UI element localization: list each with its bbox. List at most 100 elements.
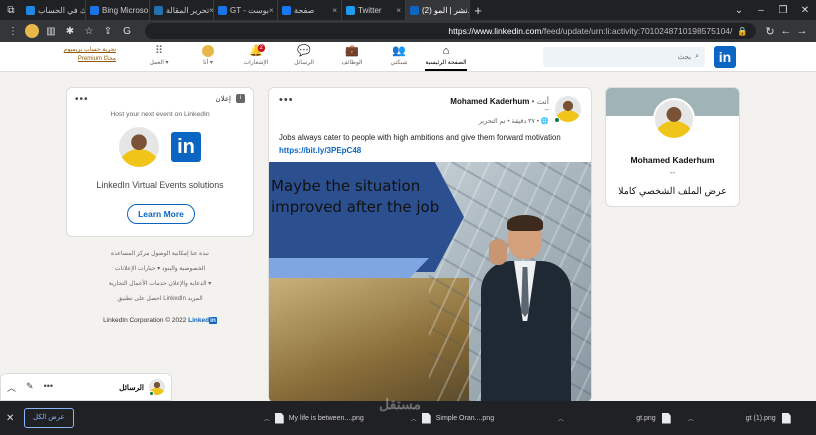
- tab-favicon-icon: [26, 5, 35, 15]
- globe-icon: 🌐: [540, 118, 549, 125]
- window-menu-icon[interactable]: ⧉: [0, 0, 22, 20]
- tab-search-icon[interactable]: ⌄: [728, 5, 750, 16]
- download-filename: Simple Oran....png: [435, 414, 495, 422]
- home-icon: ⌂: [442, 45, 450, 57]
- chrome-menu-icon[interactable]: ⋮: [6, 24, 20, 38]
- footer-line[interactable]: احصل على تطبيق LinkedIn المزيد: [66, 292, 254, 307]
- browser-tab[interactable]: Bing Microso...×: [86, 0, 150, 20]
- search-input[interactable]: بحث ⌕: [543, 47, 705, 67]
- chevron-up-icon[interactable]: ︿: [688, 414, 694, 423]
- download-filename: gt.png: [636, 414, 656, 422]
- browser-tab[interactable]: صفحة ×: [278, 0, 342, 20]
- nav-label: الوظائف: [341, 60, 363, 66]
- close-tab-icon[interactable]: ×: [269, 6, 274, 15]
- download-item[interactable]: ︿ Simple Oran....png: [411, 412, 546, 424]
- file-icon: [274, 412, 284, 424]
- bookmark-star-icon[interactable]: ☆: [82, 24, 96, 38]
- show-all-button[interactable]: عرض الكل: [24, 408, 74, 428]
- search-icon: ⌕: [695, 53, 699, 60]
- minimize-icon[interactable]: –: [750, 5, 772, 16]
- close-icon[interactable]: ✕: [6, 413, 18, 424]
- compose-icon[interactable]: ✎: [26, 381, 34, 394]
- nav-item-network[interactable]: 👥 شبكتي: [385, 45, 413, 66]
- ad-more-icon[interactable]: •••: [75, 94, 89, 105]
- profile-name[interactable]: Mohamed Kaderhum: [606, 155, 739, 165]
- chevron-up-icon[interactable]: ︿: [7, 381, 16, 394]
- download-item[interactable]: ︿ gt.png: [558, 412, 676, 424]
- tab-favicon-icon: [282, 5, 291, 15]
- notification-badge: 2: [257, 44, 265, 52]
- nav-item-messaging[interactable]: 💬 الرسائل: [290, 45, 318, 66]
- linkedin-logo[interactable]: in: [714, 46, 736, 68]
- extensions-icon[interactable]: ✱: [63, 24, 77, 38]
- nav-label: العمل: [149, 60, 164, 66]
- google-icon[interactable]: G: [120, 24, 134, 38]
- browser-toolbar: ⋮ ▥ ✱ ☆ ⇪ G https://www.linkedin.com /fe…: [0, 20, 816, 42]
- tab-title: اشترك في الحساب: [38, 5, 86, 15]
- chevron-up-icon[interactable]: ︿: [264, 414, 270, 423]
- address-bar[interactable]: https://www.linkedin.com /feed/update/ur…: [145, 23, 756, 39]
- maximize-icon[interactable]: ❐: [772, 5, 794, 16]
- new-tab-button[interactable]: +: [470, 3, 486, 18]
- briefcase-icon: 💼: [345, 45, 359, 57]
- nav-item-notifications[interactable]: 🔔 2 الإشعارات: [240, 44, 272, 66]
- close-tab-icon[interactable]: ×: [332, 6, 337, 15]
- nav-item-work[interactable]: ⠿ العمل ▾: [146, 45, 172, 66]
- browser-tab[interactable]: تحرير المقالة ×: [150, 0, 214, 20]
- online-status-icon: [554, 117, 560, 123]
- browser-tab-active[interactable]: (2) نشر | المو...×: [406, 0, 470, 20]
- browser-tab[interactable]: اشترك في الحساب×: [22, 0, 86, 20]
- ad-info-icon[interactable]: i: [236, 94, 245, 103]
- download-item[interactable]: ︿ gt (1).png: [688, 412, 796, 424]
- post-text: Jobs always cater to people with high am…: [279, 133, 561, 142]
- profile-avatar[interactable]: [25, 24, 39, 38]
- file-icon: [661, 412, 671, 424]
- messaging-more-icon[interactable]: •••: [44, 381, 53, 394]
- nav-item-home[interactable]: ⌂ الصفحة الرئيسية: [425, 45, 467, 71]
- grid-icon: ⠿: [154, 45, 164, 57]
- browser-tab[interactable]: GT - بوست ×: [214, 0, 278, 20]
- post-link[interactable]: https://bit.ly/3PEpC48: [279, 146, 361, 155]
- ad-user-avatar: [119, 127, 159, 167]
- ad-solutions-text: LinkedIn Virtual Events solutions: [96, 180, 224, 190]
- learn-more-button[interactable]: Learn More: [127, 204, 195, 224]
- tab-title: (2) نشر | المو...: [422, 5, 470, 15]
- close-window-icon[interactable]: ✕: [794, 5, 816, 16]
- tab-title: Bing Microso...: [102, 5, 150, 15]
- post-more-icon[interactable]: •••: [279, 94, 294, 106]
- post-card: ••• Mohamed Kaderhum • أنت -- ٣٧ دقيقة •…: [268, 87, 592, 403]
- view-full-profile-link[interactable]: عرض الملف الشخصي كاملا: [606, 186, 739, 197]
- post-author-headline: --: [544, 107, 549, 114]
- nav-item-me[interactable]: أنا ▾: [195, 45, 221, 66]
- image-caption: Maybe the situation improved after the j…: [271, 177, 440, 216]
- profile-headline: --: [669, 168, 676, 177]
- sidebar-icon[interactable]: ▥: [44, 24, 58, 38]
- image-light-stripe: [269, 258, 429, 278]
- post-author-degree: • أنت: [531, 97, 549, 106]
- footer-line[interactable]: الدعاية والإعلان خدمات الأعمال التجارية …: [66, 277, 254, 292]
- reload-icon[interactable]: ↻: [762, 25, 778, 38]
- premium-link[interactable]: تجربة حساب بريميوم Premium مجانًا: [60, 46, 116, 64]
- tab-favicon-icon: [90, 5, 99, 15]
- chevron-up-icon[interactable]: ︿: [558, 414, 564, 423]
- lock-icon[interactable]: 🔒: [737, 26, 748, 37]
- forward-icon[interactable]: ←: [778, 25, 794, 37]
- download-filename: My life is between....png: [288, 414, 364, 422]
- close-tab-icon[interactable]: ×: [396, 6, 401, 15]
- nav-label: الإشعارات: [243, 60, 269, 66]
- profile-avatar[interactable]: [653, 98, 695, 140]
- messaging-bar[interactable]: ︿ ✎ ••• الرسائل: [0, 373, 172, 401]
- share-icon[interactable]: ⇪: [101, 24, 115, 38]
- post-author[interactable]: Mohamed Kaderhum • أنت: [450, 97, 549, 106]
- url-path: /feed/update/urn:li:activity:70102487101…: [541, 26, 733, 36]
- download-item[interactable]: ︿ My life is between....png: [264, 412, 399, 424]
- post-image[interactable]: Maybe the situation improved after the j…: [269, 162, 591, 402]
- post-meta: ٣٧ دقيقة • تم التحرير • 🌐: [479, 117, 549, 125]
- footer-line[interactable]: نبذة عنا إمكانية الوصول مركز المساعدة: [66, 247, 254, 262]
- browser-tab[interactable]: Twitter ×: [342, 0, 406, 20]
- nav-item-jobs[interactable]: 💼 الوظائف: [337, 45, 367, 66]
- footer-line[interactable]: الخصوصية والبنود ▾ خيارات الإعلانات: [66, 262, 254, 277]
- back-icon[interactable]: →: [794, 25, 810, 37]
- nav-label: أنا: [203, 60, 209, 66]
- chevron-up-icon[interactable]: ︿: [411, 414, 417, 423]
